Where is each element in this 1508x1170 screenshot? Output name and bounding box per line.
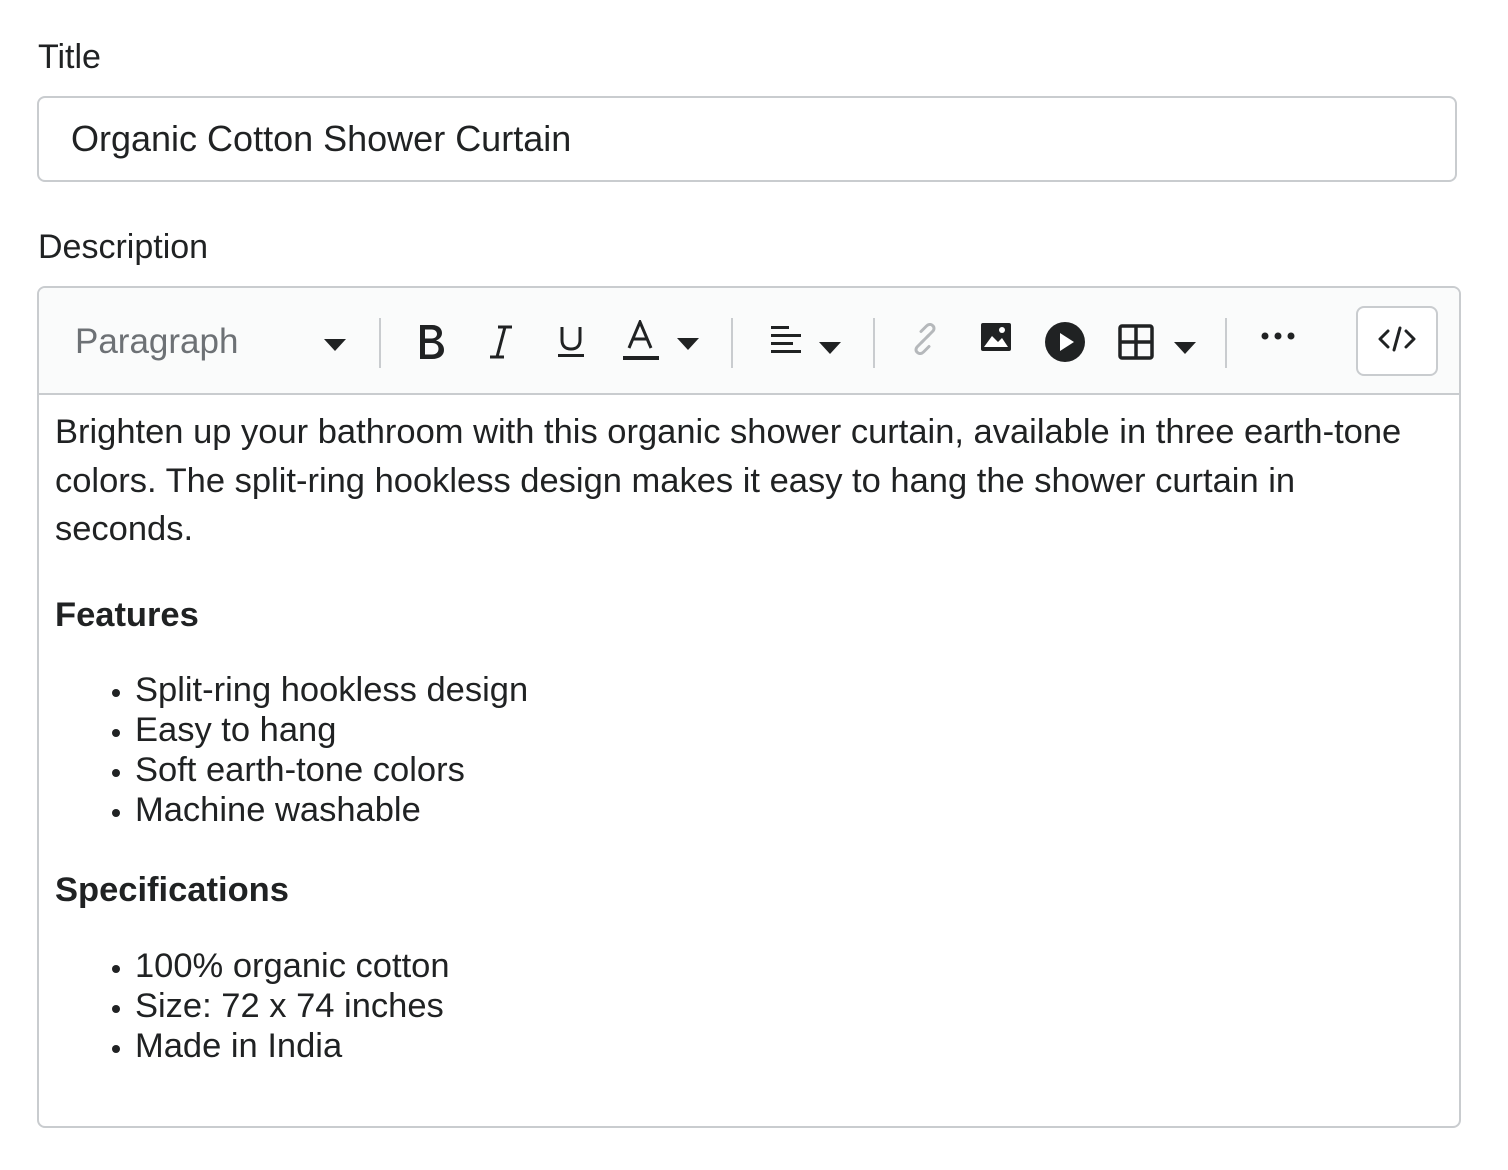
title-label: Title (38, 38, 101, 76)
bold-icon (416, 323, 446, 361)
list-item: Size: 72 x 74 inches (135, 986, 1429, 1026)
list-item: Soft earth-tone colors (135, 750, 1429, 790)
table-icon (1116, 322, 1196, 362)
format-select[interactable]: Paragraph (75, 312, 355, 372)
underline-button[interactable] (549, 314, 593, 370)
image-icon (980, 322, 1012, 352)
description-label: Description (38, 228, 209, 266)
bold-button[interactable] (407, 314, 455, 370)
format-select-label: Paragraph (75, 322, 239, 361)
list-item: Split-ring hookless design (135, 670, 1429, 710)
toolbar-divider (1225, 318, 1227, 368)
link-button[interactable] (903, 314, 947, 364)
toolbar-divider (731, 318, 733, 368)
text-color-button[interactable] (621, 314, 701, 370)
list-item: Made in India (135, 1026, 1429, 1066)
underline-icon (556, 325, 586, 359)
code-icon (1378, 326, 1416, 357)
list-item: Machine washable (135, 790, 1429, 830)
table-button[interactable] (1115, 316, 1197, 368)
image-button[interactable] (973, 312, 1019, 362)
description-editor: Paragraph Brighten up your bathroom with… (37, 286, 1461, 1128)
toolbar-divider (873, 318, 875, 368)
link-icon (909, 323, 941, 355)
features-heading: Features (55, 595, 199, 634)
editor-toolbar: Paragraph (39, 288, 1459, 395)
italic-icon (488, 325, 514, 359)
play-circle-icon (1044, 321, 1086, 363)
intro-paragraph: Brighten up your bathroom with this orga… (55, 413, 1402, 548)
title-input[interactable] (37, 96, 1457, 182)
toolbar-divider (379, 318, 381, 368)
more-horizontal-icon (1261, 332, 1295, 340)
video-button[interactable] (1041, 316, 1089, 368)
text-color-icon (623, 320, 699, 364)
specifications-heading: Specifications (55, 871, 289, 909)
specifications-list: 100% organic cotton Size: 72 x 74 inches… (55, 946, 1429, 1066)
chevron-down-icon (324, 338, 346, 356)
align-left-icon (763, 324, 841, 360)
list-item: 100% organic cotton (135, 946, 1429, 986)
align-button[interactable] (761, 314, 843, 370)
more-button[interactable] (1253, 312, 1303, 360)
italic-button[interactable] (479, 314, 523, 370)
editor-content[interactable]: Brighten up your bathroom with this orga… (55, 408, 1429, 1066)
source-code-button[interactable] (1356, 306, 1438, 376)
list-item: Easy to hang (135, 710, 1429, 750)
features-list: Split-ring hookless design Easy to hang … (55, 670, 1429, 830)
